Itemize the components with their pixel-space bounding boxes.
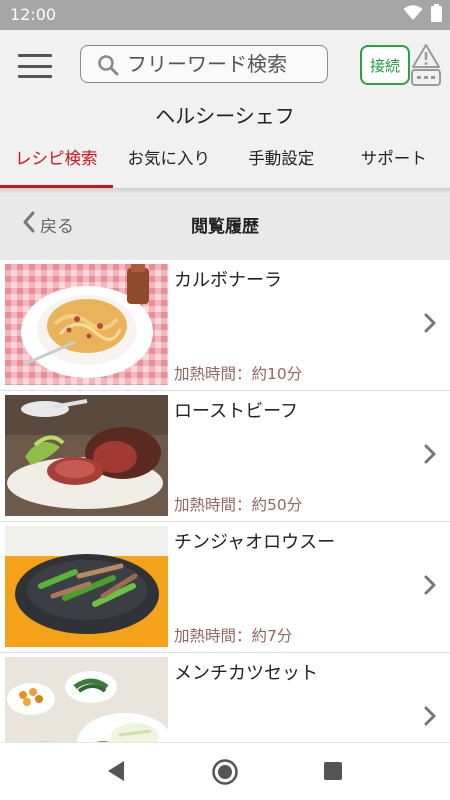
chevron-right-icon	[422, 705, 438, 727]
recents-square-icon[interactable]	[323, 761, 343, 785]
list-item[interactable]: ローストビーフ 加熱時間：約50分	[0, 391, 450, 522]
wifi-icon	[403, 5, 423, 25]
search-icon	[97, 54, 119, 80]
app-header: 接続 ヘルシーシェフ レシピ検索 お気に入り 手動設定 サポート	[0, 30, 450, 188]
recipe-time: 加熱時間：約7分	[174, 627, 293, 645]
roast-beef-photo	[5, 395, 168, 516]
list-item[interactable]: カルボナーラ 加熱時間：約10分	[0, 260, 450, 391]
chinjao-rosu-photo	[5, 526, 168, 647]
recipe-time: 加熱時間：約50分	[174, 496, 303, 514]
back-triangle-icon[interactable]	[106, 760, 126, 786]
app-title: ヘルシーシェフ	[155, 104, 295, 128]
system-nav-bar	[0, 742, 450, 800]
home-circle-icon[interactable]	[211, 758, 239, 790]
recipe-name: ローストビーフ	[174, 401, 299, 422]
recipe-name: チンジャオロウスー	[174, 532, 336, 553]
tab-bar: レシピ検索 お気に入り 手動設定 サポート	[0, 142, 450, 188]
status-icons	[403, 4, 442, 26]
recipe-name: メンチカツセット	[174, 663, 318, 684]
battery-icon	[431, 4, 442, 26]
search-box[interactable]	[80, 45, 328, 83]
recipe-name: カルボナーラ	[174, 270, 282, 291]
page-title: 閲覧履歴	[191, 217, 259, 237]
tab-recipe-search[interactable]: レシピ検索	[0, 142, 113, 188]
hamburger-menu-icon[interactable]	[18, 54, 52, 78]
sub-header: 戻る 閲覧履歴	[0, 188, 450, 260]
search-input[interactable]	[127, 50, 322, 78]
recipe-time: 加熱時間：約10分	[174, 365, 303, 383]
menchi-katsu-set-photo	[5, 657, 168, 742]
tab-favorites[interactable]: お気に入り	[113, 142, 226, 188]
carbonara-photo	[5, 264, 168, 385]
chevron-right-icon	[422, 312, 438, 334]
chevron-right-icon	[422, 574, 438, 596]
connect-label: 接続	[369, 56, 400, 75]
recipe-list[interactable]: カルボナーラ 加熱時間：約10分 ローストビーフ 加熱時間：約50分 チンジャオ…	[0, 260, 450, 742]
tab-manual-settings[interactable]: 手動設定	[225, 142, 338, 188]
connect-button[interactable]: 接続	[360, 45, 410, 85]
list-item[interactable]: チンジャオロウスー 加熱時間：約7分	[0, 522, 450, 653]
chevron-right-icon	[422, 443, 438, 465]
header-shadow	[0, 188, 450, 194]
list-item[interactable]: メンチカツセット	[0, 653, 450, 742]
status-time: 12:00	[10, 5, 57, 24]
device-warning-icon[interactable]	[410, 43, 442, 87]
tab-support[interactable]: サポート	[338, 142, 450, 188]
status-bar: 12:00	[0, 0, 450, 30]
